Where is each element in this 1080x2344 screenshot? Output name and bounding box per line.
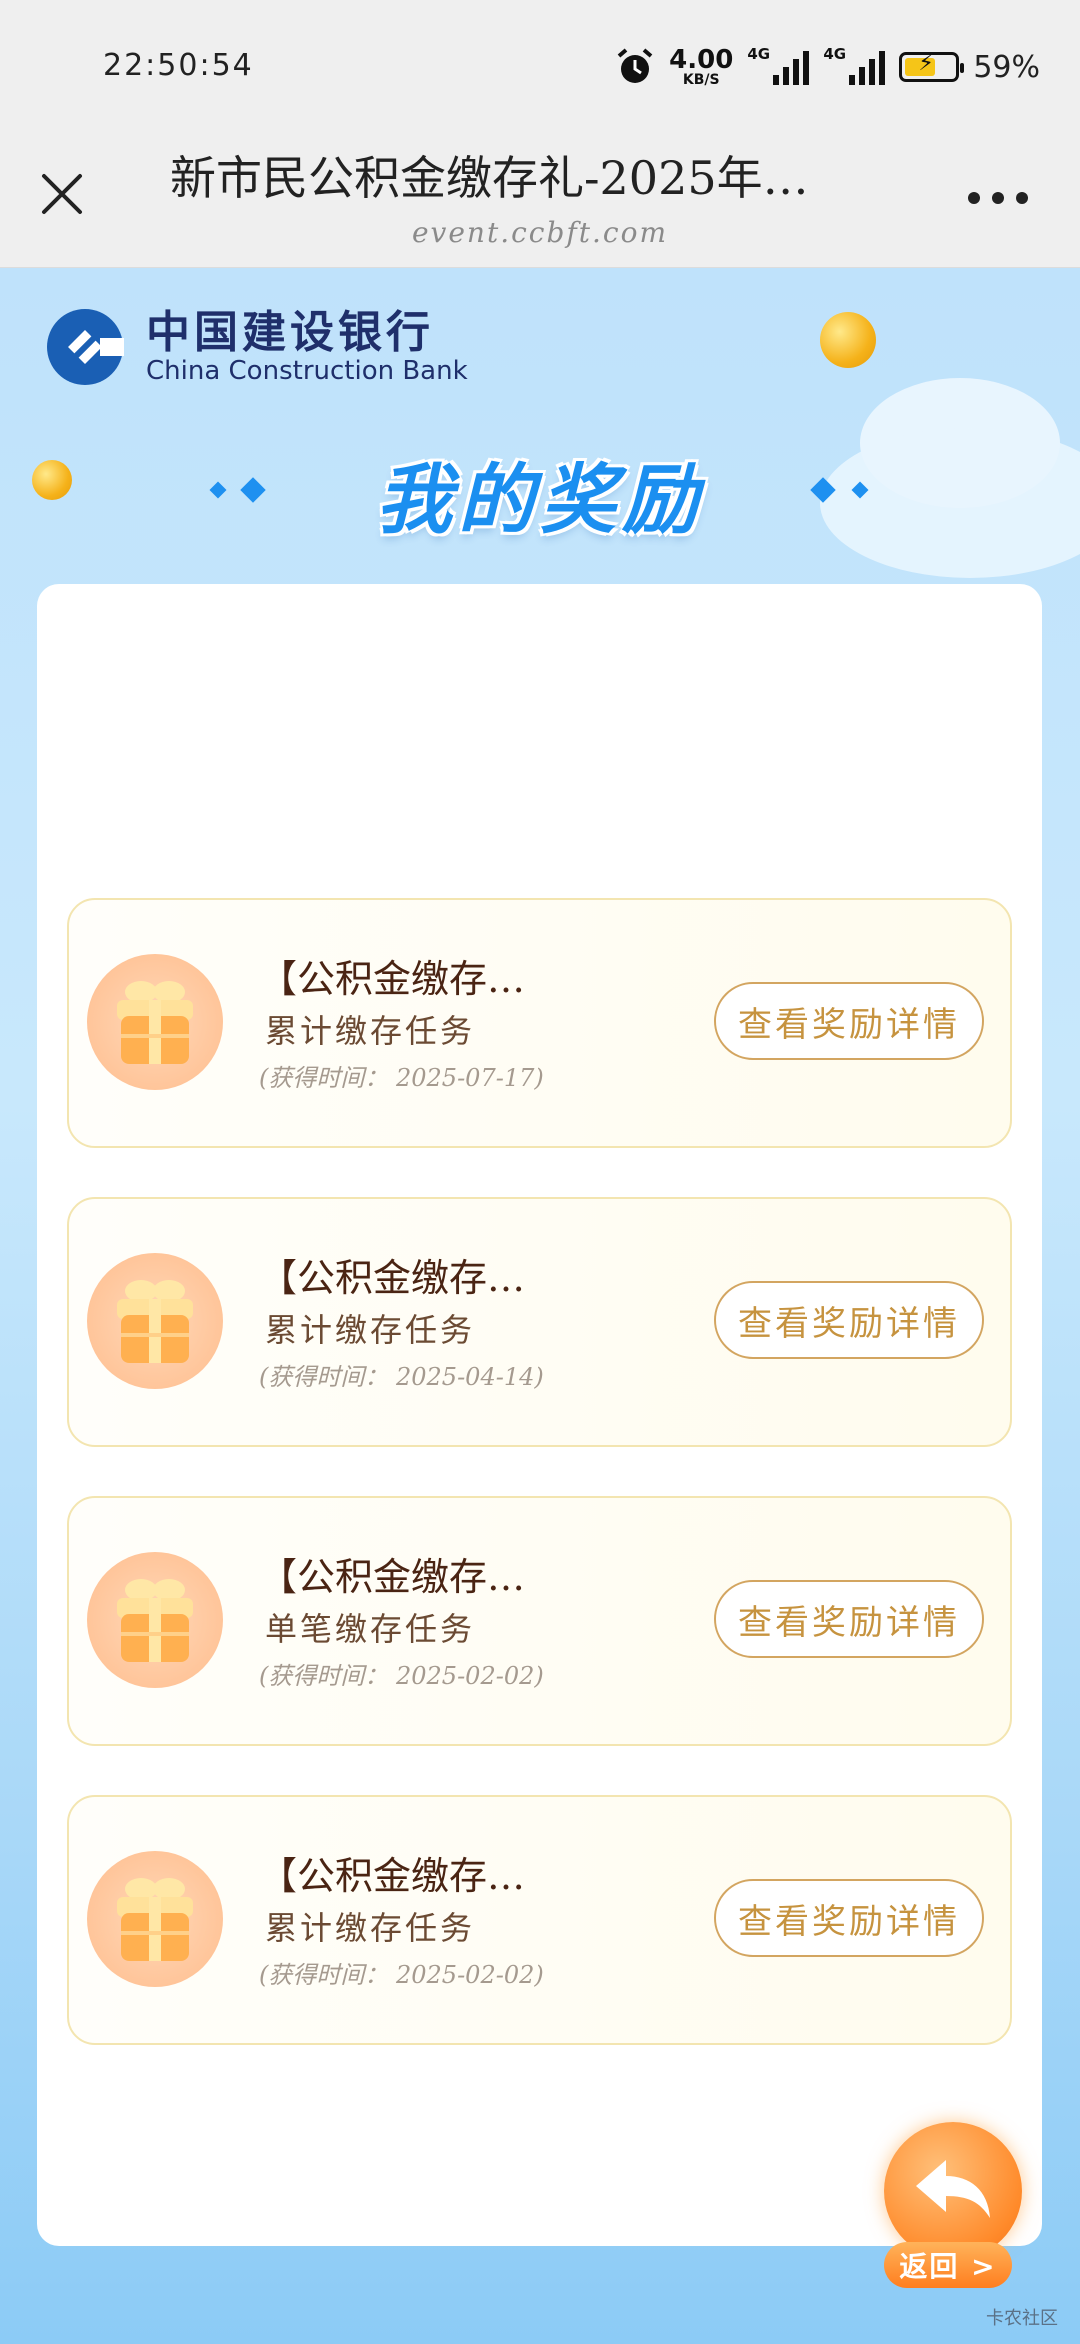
gift-box-icon [117, 1579, 193, 1662]
page-title: 新市民公积金缴存礼-2025年… [170, 151, 809, 205]
gift-badge [87, 954, 223, 1090]
status-icons: 4.00 KB/S 4G 4G ⚡ 59% [615, 40, 1040, 94]
gift-badge [87, 1253, 223, 1389]
status-bar: 22:50:54 4.00 KB/S 4G 4G ⚡ 59% [0, 0, 1080, 130]
reward-time: (获得时间： 2025-07-17) [259, 1064, 544, 1092]
battery-percent: 59% [973, 49, 1040, 85]
gift-box-icon [117, 1280, 193, 1363]
reward-task: 累计缴存任务 [265, 1909, 476, 1947]
status-time: 22:50:54 [103, 48, 254, 83]
signal-sim2-icon: 4G [823, 45, 886, 85]
section-heading: 我的奖励 [376, 455, 704, 544]
reward-time: (获得时间： 2025-02-02) [259, 1662, 544, 1690]
reward-title: 【公积金缴存礼】5… [259, 1256, 559, 1300]
ccb-logo-icon [47, 309, 124, 385]
alarm-clock-icon [617, 48, 653, 83]
reward-task: 累计缴存任务 [265, 1311, 476, 1349]
ccb-logo: 中国建设银行 China Construction Bank [46, 308, 468, 386]
reward-time: (获得时间： 2025-04-14) [259, 1363, 544, 1391]
webview-header: 新市民公积金缴存礼-2025年… event.ccbft.com [0, 130, 1080, 268]
reward-time: (获得时间： 2025-02-02) [259, 1961, 544, 1989]
reward-title: 【公积金缴存礼】5… [259, 1854, 559, 1898]
close-icon[interactable] [38, 170, 86, 218]
back-button[interactable]: 返回 > [878, 2122, 1028, 2288]
reward-title: 【公积金缴存礼】3… [259, 1555, 559, 1599]
brand-name-en: China Construction Bank [146, 355, 468, 386]
rewards-page: 中国建设银行 China Construction Bank 我的奖励 【公积金… [0, 268, 1080, 2344]
gift-badge [87, 1851, 223, 1987]
watermark: 卡农社区 [986, 2308, 1058, 2329]
back-label: 返回 > [884, 2242, 1012, 2288]
gift-badge [87, 1552, 223, 1688]
reward-card: 【公积金缴存礼】5… 累计缴存任务 (获得时间： 2025-04-14) 查看奖… [67, 1197, 1012, 1447]
page-url: event.ccbft.com [411, 216, 669, 249]
battery-icon: ⚡ [899, 52, 965, 82]
reward-task: 累计缴存任务 [265, 1012, 476, 1050]
view-reward-details-button[interactable]: 查看奖励详情 [714, 982, 984, 1060]
view-reward-details-button[interactable]: 查看奖励详情 [714, 1580, 984, 1658]
more-options-icon[interactable] [968, 192, 1028, 206]
view-reward-details-button[interactable]: 查看奖励详情 [714, 1879, 984, 1957]
reward-card: 【公积金缴存礼】5… 累计缴存任务 (获得时间： 2025-02-02) 查看奖… [67, 1795, 1012, 2045]
brand-name-cn: 中国建设银行 [146, 306, 434, 358]
signal-sim1-icon: 4G [747, 45, 810, 85]
rewards-panel: 【公积金缴存礼】5… 累计缴存任务 (获得时间： 2025-07-17) 查看奖… [37, 584, 1042, 2246]
reward-title: 【公积金缴存礼】5… [259, 957, 559, 1001]
reward-card: 【公积金缴存礼】5… 累计缴存任务 (获得时间： 2025-07-17) 查看奖… [67, 898, 1012, 1148]
gift-box-icon [117, 1878, 193, 1961]
back-arrow-icon [916, 2160, 990, 2218]
gift-box-icon [117, 981, 193, 1064]
view-reward-details-button[interactable]: 查看奖励详情 [714, 1281, 984, 1359]
reward-task: 单笔缴存任务 [265, 1610, 476, 1648]
network-speed: 4.00 KB/S [669, 45, 734, 88]
reward-card: 【公积金缴存礼】3… 单笔缴存任务 (获得时间： 2025-02-02) 查看奖… [67, 1496, 1012, 1746]
coin-decoration [820, 312, 876, 368]
